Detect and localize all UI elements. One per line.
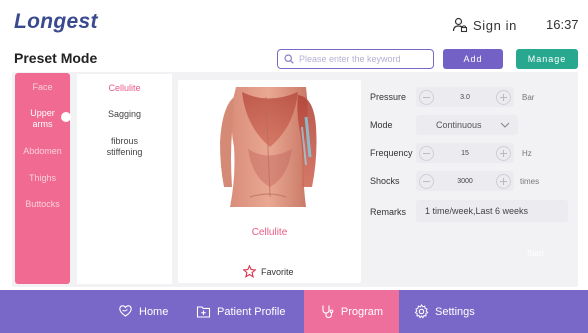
- frequency-decrease-button[interactable]: [419, 145, 434, 161]
- shocks-decrease-button[interactable]: [419, 173, 434, 189]
- search-box[interactable]: [277, 49, 434, 69]
- shocks-value: 3000: [457, 177, 473, 185]
- search-input[interactable]: [299, 54, 424, 64]
- search-icon: [284, 54, 294, 64]
- favorite-button[interactable]: Favorite: [243, 265, 294, 278]
- mode-value: Continuous: [436, 120, 482, 130]
- shocks-increase-button[interactable]: [495, 173, 511, 189]
- clock: 16:37: [546, 17, 579, 32]
- user-lock-icon: [452, 17, 468, 33]
- star-outline-icon: [243, 265, 256, 278]
- frequency-increase-button[interactable]: [495, 145, 511, 161]
- nav-program-label: Program: [340, 305, 384, 318]
- add-button[interactable]: Add: [443, 49, 503, 69]
- app-logo: Longest: [14, 10, 98, 33]
- remarks-value: 1 time/week,Last 6 weeks: [425, 206, 529, 216]
- shocks-stepper: 3000: [416, 171, 514, 191]
- nav-patient-profile[interactable]: Patient Profile: [190, 290, 291, 333]
- frequency-value: 15: [461, 149, 469, 157]
- back-arm-anatomy-image: [220, 87, 317, 207]
- nav-patient-profile-label: Patient Profile: [217, 305, 286, 318]
- category-item-buttocks[interactable]: Buttocks: [15, 199, 70, 209]
- category-item-thighs[interactable]: Thighs: [15, 173, 70, 183]
- category-item-face[interactable]: Face: [15, 82, 70, 92]
- remarks-label: Remarks: [370, 207, 407, 217]
- subcategory-list: Cellulite Sagging fibrous stiffening: [77, 74, 172, 284]
- subcategory-item-cellulite[interactable]: Cellulite: [77, 83, 172, 94]
- bottom-nav: Home Patient Profile Program Settings: [0, 290, 588, 333]
- page-title: Preset Mode: [14, 50, 98, 66]
- gear-icon: [414, 304, 429, 319]
- start-button[interactable]: Start: [527, 249, 544, 258]
- pressure-stepper: 3.0: [416, 87, 514, 107]
- sign-in-label: Sign in: [473, 17, 517, 33]
- nav-settings-label: Settings: [435, 305, 475, 318]
- category-item-abdomen[interactable]: Abdomen: [15, 146, 70, 156]
- frequency-stepper: 15: [416, 143, 514, 163]
- nav-program[interactable]: Program: [304, 290, 399, 333]
- pressure-value: 3.0: [460, 93, 470, 101]
- minus-icon: [423, 96, 430, 98]
- mode-label: Mode: [370, 120, 393, 130]
- subcategory-item-fibrous-stiffening[interactable]: fibrous stiffening: [77, 136, 172, 158]
- plus-icon: [499, 177, 507, 185]
- active-category-indicator: [61, 112, 71, 122]
- chevron-down-icon: [500, 122, 510, 128]
- nav-home[interactable]: Home: [112, 290, 174, 333]
- pressure-unit: Bar: [522, 93, 535, 102]
- mode-select[interactable]: Continuous: [416, 115, 518, 135]
- nav-settings[interactable]: Settings: [408, 290, 481, 333]
- pressure-label: Pressure: [370, 92, 407, 102]
- patient-folder-icon: [196, 306, 211, 318]
- plus-icon: [499, 93, 507, 101]
- stethoscope-icon: [322, 305, 334, 319]
- minus-icon: [423, 152, 430, 154]
- remarks-field[interactable]: 1 time/week,Last 6 weeks: [416, 200, 568, 222]
- pressure-increase-button[interactable]: [495, 89, 511, 105]
- category-list: Face Upper arms Abdomen Thighs Buttocks: [15, 73, 70, 284]
- minus-icon: [423, 180, 430, 182]
- plus-icon: [499, 149, 507, 157]
- manage-button[interactable]: Manage: [516, 49, 578, 69]
- shocks-label: Shocks: [370, 176, 400, 186]
- shocks-unit: times: [520, 177, 540, 186]
- favorite-label: Favorite: [261, 266, 294, 277]
- treatment-image-title: Cellulite: [251, 227, 288, 238]
- nav-home-label: Home: [139, 305, 169, 318]
- sign-in-button[interactable]: Sign in: [452, 17, 517, 33]
- subcategory-item-sagging[interactable]: Sagging: [77, 109, 172, 120]
- frequency-label: Frequency: [370, 148, 413, 158]
- heart-hand-icon: [119, 305, 132, 317]
- pressure-decrease-button[interactable]: [419, 89, 434, 105]
- frequency-unit: Hz: [522, 149, 532, 158]
